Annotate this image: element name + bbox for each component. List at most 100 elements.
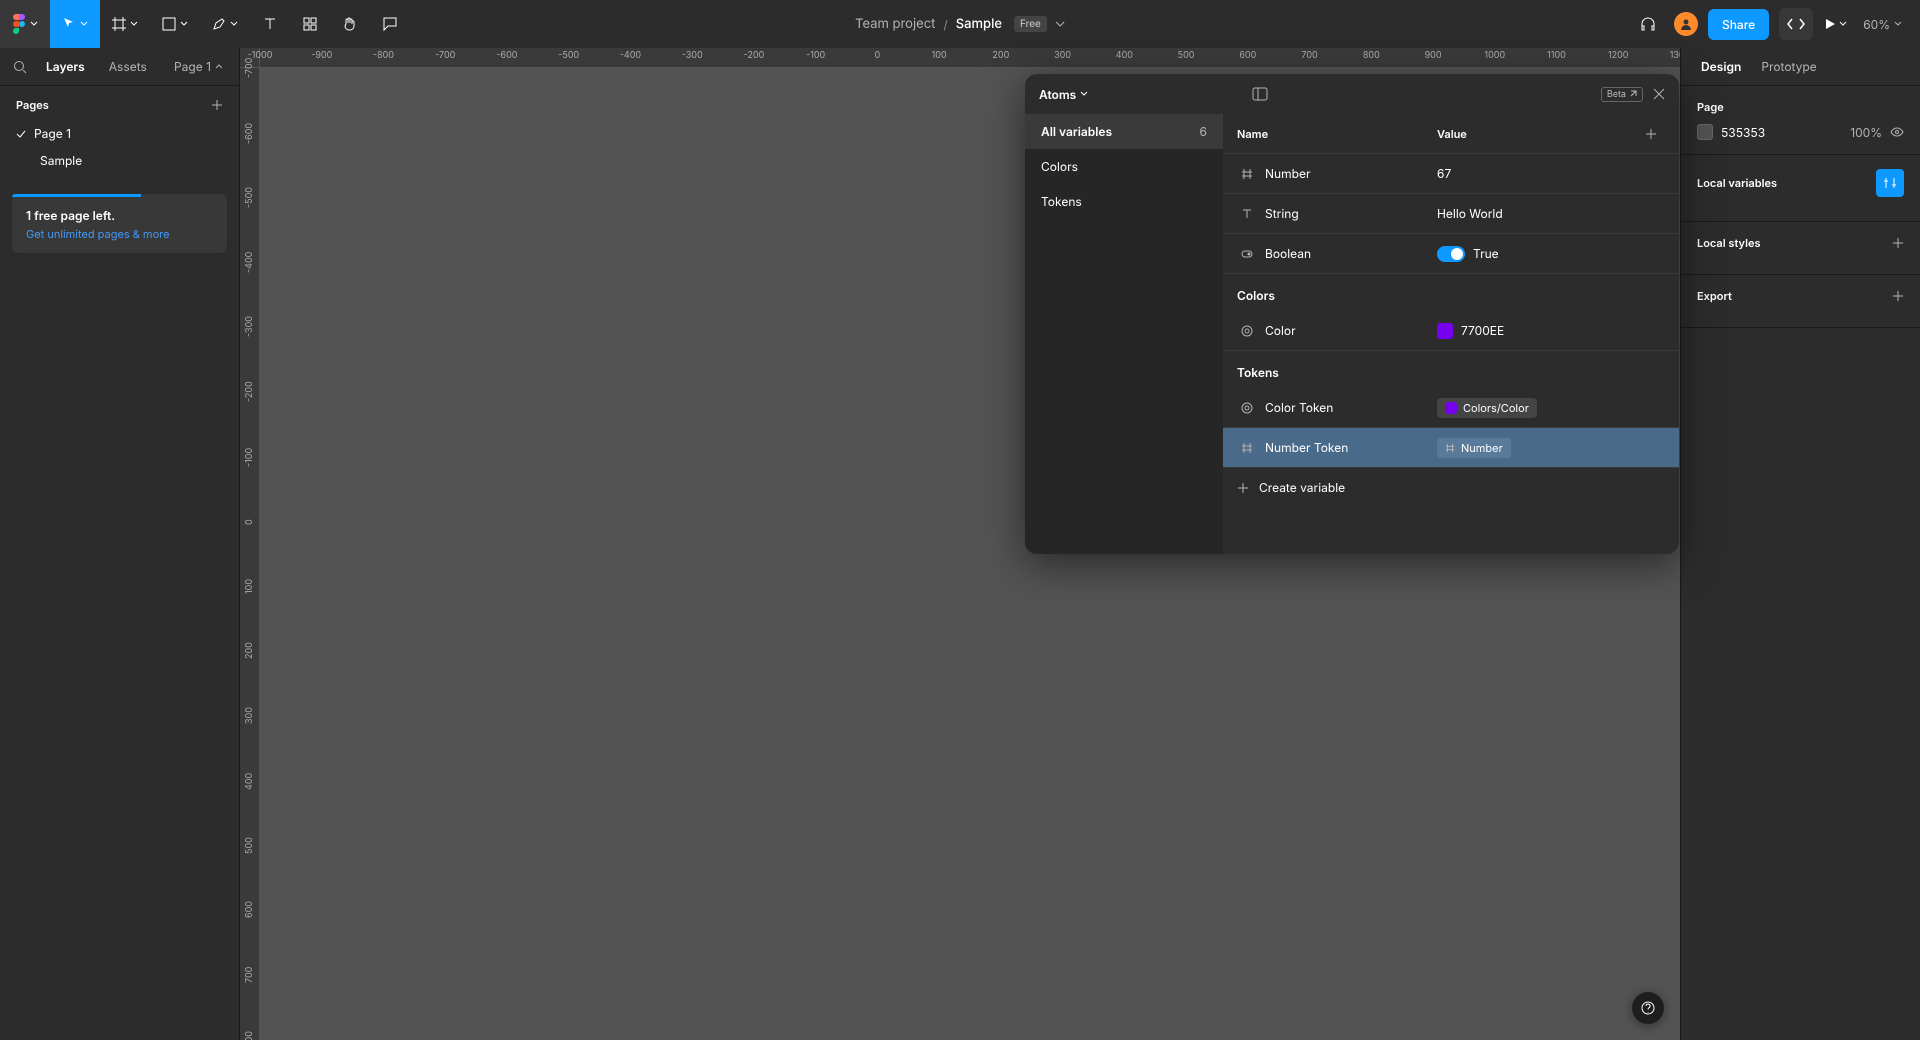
alias-chip[interactable]: Colors/Color	[1437, 398, 1537, 418]
export-section: Export	[1681, 275, 1920, 328]
breadcrumb-file[interactable]: Sample	[956, 16, 1002, 32]
ruler-tick: 700	[1280, 48, 1340, 67]
variable-row[interactable]: String Hello World	[1223, 194, 1679, 234]
variable-row[interactable]: Color Token Colors/Color	[1223, 388, 1679, 428]
color-swatch[interactable]	[1697, 124, 1713, 140]
variable-name[interactable]: Color Token	[1257, 400, 1437, 415]
ruler-tick: -400	[240, 232, 259, 292]
share-button[interactable]: Share	[1708, 9, 1769, 40]
quota-line2[interactable]: Get unlimited pages & more	[26, 227, 213, 241]
layer-item[interactable]: Sample	[0, 147, 239, 174]
move-tool-button[interactable]	[50, 0, 100, 48]
search-button[interactable]	[8, 55, 32, 79]
ruler-tick: -100	[786, 48, 846, 67]
beta-label: Beta	[1607, 89, 1626, 100]
ruler-tick: 200	[971, 48, 1031, 67]
close-button[interactable]	[1653, 88, 1665, 100]
variable-row[interactable]: Number Token Number	[1223, 428, 1679, 468]
modes-toggle-button[interactable]	[1252, 87, 1268, 101]
background-color-row[interactable]: 535353 100%	[1697, 124, 1904, 140]
ruler-tick: 300	[240, 686, 259, 746]
ruler-tick: -500	[240, 168, 259, 228]
page-selector[interactable]: Page 1	[166, 55, 231, 78]
chevron-down-icon	[130, 20, 138, 28]
variable-value[interactable]: Number	[1437, 438, 1637, 458]
beta-badge[interactable]: Beta	[1601, 87, 1643, 102]
add-mode-button[interactable]	[1637, 128, 1665, 140]
tab-assets[interactable]: Assets	[99, 55, 157, 78]
boolean-toggle[interactable]	[1437, 246, 1465, 262]
zoom-menu[interactable]: 60%	[1857, 17, 1908, 32]
ruler-tick: -100	[240, 427, 259, 487]
breadcrumb-project[interactable]: Team project	[855, 16, 935, 32]
variable-value[interactable]: 7700EE	[1437, 323, 1637, 339]
bg-hex[interactable]: 535353	[1721, 125, 1765, 140]
avatar[interactable]	[1674, 12, 1698, 36]
variable-name[interactable]: Number	[1257, 166, 1437, 181]
eye-icon	[1890, 125, 1904, 139]
present-button[interactable]	[1823, 17, 1847, 31]
variable-name[interactable]: Number Token	[1257, 440, 1437, 455]
variable-row[interactable]: Color 7700EE	[1223, 311, 1679, 351]
create-variable-button[interactable]: Create variable	[1223, 468, 1679, 507]
help-button[interactable]	[1632, 992, 1664, 1024]
variable-name[interactable]: Color	[1257, 323, 1437, 338]
collection-selector[interactable]: Atoms	[1039, 87, 1088, 102]
pen-tool-button[interactable]	[200, 0, 250, 48]
page-item[interactable]: Page 1	[0, 120, 239, 147]
bg-opacity[interactable]: 100%	[1850, 125, 1882, 140]
resources-button[interactable]	[290, 0, 330, 48]
collection-name: Atoms	[1039, 87, 1076, 102]
add-style-button[interactable]	[1892, 237, 1904, 249]
variable-value[interactable]: Hello World	[1437, 206, 1637, 221]
rectangle-icon	[162, 17, 176, 31]
variable-value[interactable]: 67	[1437, 166, 1637, 181]
audio-button[interactable]	[1632, 8, 1664, 40]
add-page-button[interactable]	[211, 99, 223, 111]
ruler-tick: 800	[1341, 48, 1401, 67]
quota-banner[interactable]: 1 free page left. Get unlimited pages & …	[12, 194, 227, 253]
plus-icon	[1892, 290, 1904, 302]
ruler-tick: -700	[240, 48, 259, 98]
variable-value[interactable]: Colors/Color	[1437, 398, 1637, 418]
variable-value[interactable]: True	[1437, 246, 1637, 262]
tab-layers[interactable]: Layers	[36, 55, 95, 78]
string-type-icon	[1237, 208, 1257, 220]
sidebar-item-all[interactable]: All variables 6	[1025, 114, 1223, 149]
alias-label: Colors/Color	[1463, 401, 1529, 415]
dev-mode-toggle[interactable]	[1779, 8, 1813, 40]
variable-row[interactable]: Number 67	[1223, 154, 1679, 194]
ruler-tick: 700	[240, 945, 259, 1005]
visibility-toggle[interactable]	[1890, 125, 1904, 139]
file-menu-button[interactable]	[1055, 19, 1065, 29]
comment-tool-button[interactable]	[370, 0, 410, 48]
external-link-icon	[1629, 90, 1637, 98]
sidebar-item-label: All variables	[1041, 124, 1112, 139]
shape-tool-button[interactable]	[150, 0, 200, 48]
ruler-tick: -800	[353, 48, 413, 67]
text-tool-button[interactable]	[250, 0, 290, 48]
variable-row[interactable]: Boolean True	[1223, 234, 1679, 274]
main-menu-button[interactable]	[0, 0, 50, 48]
chevron-down-icon	[180, 20, 188, 28]
sidebar-item-colors[interactable]: Colors	[1025, 149, 1223, 184]
tab-design[interactable]: Design	[1693, 55, 1749, 78]
variable-name[interactable]: Boolean	[1257, 246, 1437, 261]
add-export-button[interactable]	[1892, 290, 1904, 302]
hand-tool-button[interactable]	[330, 0, 370, 48]
page-section: Page 535353 100%	[1681, 86, 1920, 155]
ruler-horizontal: -1000-900-800-700-600-500-400-300-200-10…	[260, 48, 1680, 68]
ruler-tick: 800	[240, 1010, 259, 1040]
layer-item-label: Sample	[40, 153, 82, 168]
sidebar-item-tokens[interactable]: Tokens	[1025, 184, 1223, 219]
open-variables-button[interactable]	[1876, 169, 1904, 197]
tab-prototype[interactable]: Prototype	[1753, 55, 1824, 78]
close-icon	[1653, 88, 1665, 100]
quota-line1: 1 free page left.	[26, 208, 213, 223]
chevron-down-icon	[230, 20, 238, 28]
frame-tool-button[interactable]	[100, 0, 150, 48]
color-type-icon	[1237, 402, 1257, 414]
variable-name[interactable]: String	[1257, 206, 1437, 221]
alias-chip[interactable]: Number	[1437, 438, 1511, 458]
app-toolbar: Team project / Sample Free Share 60%	[0, 0, 1920, 48]
